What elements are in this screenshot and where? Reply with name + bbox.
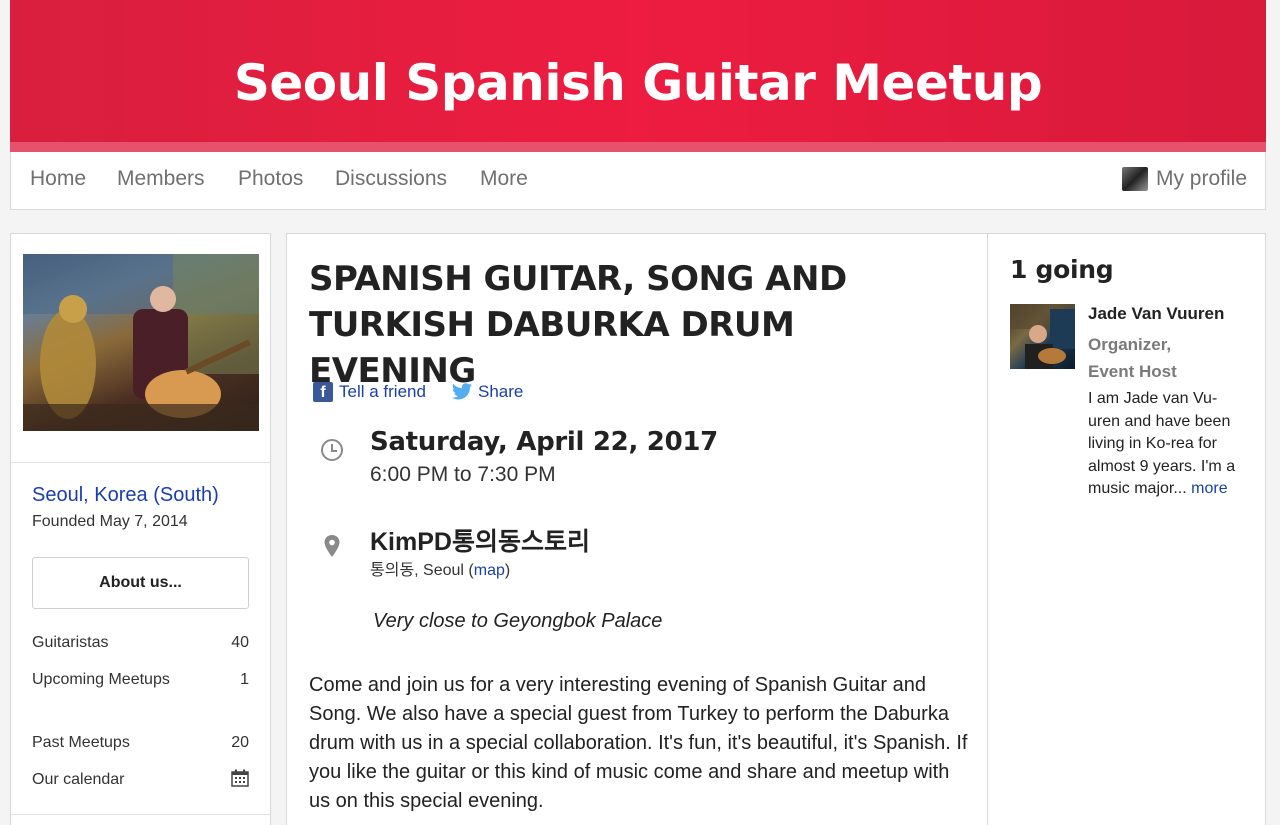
location-pin-icon (323, 534, 341, 558)
stat-label: Our calendar (32, 771, 125, 788)
stat-value: 40 (231, 634, 249, 651)
stat-label: Past Meetups (32, 734, 130, 751)
venue-note: Very close to Geyongbok Palace (373, 610, 663, 632)
stat-value: 1 (240, 671, 249, 688)
event-description: Come and join us for a very interesting … (309, 674, 968, 812)
event-time: 6:00 PM to 7:30 PM (370, 463, 556, 486)
calendar-icon (231, 769, 249, 796)
venue-name: KimPD통의동스토리 (370, 528, 590, 556)
bio-more-link[interactable]: more (1191, 480, 1227, 497)
clock-icon (321, 439, 343, 461)
nav-photos[interactable]: Photos (238, 167, 303, 191)
attendee-role: Organizer, Event Host (1088, 331, 1248, 385)
group-sidebar: Seoul, Korea (South) Founded May 7, 2014… (10, 233, 271, 825)
tell-a-friend-label: Tell a friend (339, 382, 426, 401)
share-label: Share (478, 382, 524, 401)
venue-address-close: ) (504, 562, 511, 579)
attendee-avatar[interactable] (1010, 304, 1075, 369)
share-link[interactable]: Share (451, 382, 523, 402)
event-panel: SPANISH GUITAR, SONG AND TURKISH DABURKA… (286, 233, 988, 825)
attendee-role-host: Event Host (1088, 362, 1177, 381)
nav-discussions[interactable]: Discussions (335, 167, 447, 191)
going-count[interactable]: 1 going (1010, 255, 1114, 284)
venue-address-text: 통의동, Seoul ( (370, 562, 474, 579)
banner-strip (10, 142, 1266, 152)
sidebar-divider (11, 814, 270, 815)
event-title: SPANISH GUITAR, SONG AND TURKISH DABURKA… (309, 259, 847, 391)
attendees-panel: 1 going Jade Van Vuuren Organizer, Event… (987, 233, 1266, 825)
sidebar-divider (11, 462, 270, 463)
group-photo[interactable] (23, 254, 259, 431)
my-profile-link[interactable]: My profile (1121, 167, 1247, 191)
nav-members[interactable]: Members (117, 167, 205, 191)
about-us-button[interactable]: About us... (32, 557, 249, 609)
my-profile-label: My profile (1155, 167, 1247, 190)
stat-label: Guitaristas (32, 634, 109, 651)
event-date: Saturday, April 22, 2017 (370, 427, 718, 457)
nav-more[interactable]: More (480, 167, 528, 191)
attendee-name[interactable]: Jade Van Vuuren (1088, 304, 1224, 324)
nav-home[interactable]: Home (30, 167, 86, 191)
attendee-role-organizer: Organizer, (1088, 335, 1172, 354)
profile-avatar (1121, 167, 1148, 191)
group-photo-art (23, 254, 259, 431)
stat-upcoming-meetups[interactable]: Upcoming Meetups 1 (32, 667, 249, 719)
venue-address: 통의동, Seoul (map) (370, 556, 510, 580)
group-title[interactable]: Seoul Spanish Guitar Meetup (10, 54, 1266, 112)
group-location-link[interactable]: Seoul, Korea (South) (32, 484, 219, 507)
stat-value: 20 (231, 734, 249, 751)
group-founded-date: Founded May 7, 2014 (32, 513, 188, 530)
stat-label: Upcoming Meetups (32, 671, 170, 688)
facebook-icon: f (313, 382, 333, 402)
group-navbar: Home Members Photos Discussions More My … (10, 152, 1266, 210)
group-banner: Seoul Spanish Guitar Meetup (10, 0, 1266, 152)
map-link[interactable]: map (474, 562, 505, 579)
twitter-icon (451, 382, 473, 402)
attendee-bio: I am Jade van Vu-uren and have been livi… (1088, 388, 1243, 501)
tell-a-friend-link[interactable]: f Tell a friend (313, 382, 426, 402)
